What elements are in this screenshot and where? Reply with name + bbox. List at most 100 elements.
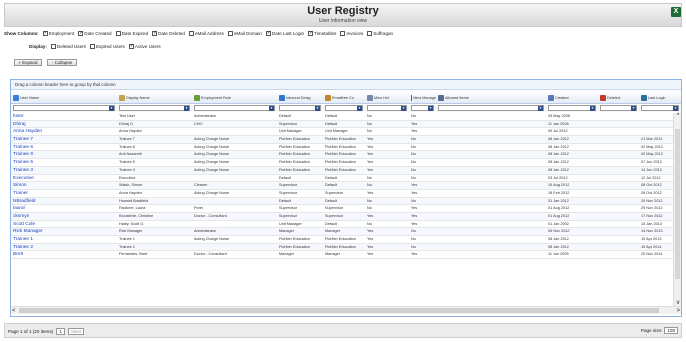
column-header[interactable]: Allowed Items xyxy=(438,91,546,104)
table-row[interactable]: fuser Test User Administrator Default Defaul… xyxy=(11,113,673,121)
table-row[interactable]: Executive Executive Default Default No No 03 J… xyxy=(11,175,673,183)
user-name-link[interactable]: cksmyn xyxy=(13,213,117,221)
checkbox-expired-users[interactable] xyxy=(89,44,95,49)
filter-input[interactable]: ▾ xyxy=(438,105,544,111)
user-name-link[interactable]: Dhiraj xyxy=(13,121,117,129)
user-name-link[interactable]: Trainer xyxy=(13,190,117,198)
filter-input[interactable]: ▾ xyxy=(641,105,679,111)
filter-input[interactable]: ▾ xyxy=(119,105,190,111)
filter-icon[interactable]: ▾ xyxy=(315,106,320,111)
column-header[interactable]: Mins Manage xyxy=(411,91,436,104)
filter-input[interactable]: ▾ xyxy=(600,105,637,111)
filter-input[interactable]: ▾ xyxy=(279,105,321,111)
table-row[interactable]: Brett Fernandes, Brett Doctor - Consultant… xyxy=(11,251,673,260)
table-row[interactable]: Simon Walsh, Simon Cleaner Supervisor Defaul… xyxy=(11,182,673,190)
column-header[interactable]: Last Login xyxy=(641,91,681,104)
filter-icon[interactable]: ▾ xyxy=(184,106,189,111)
user-name-link[interactable]: Rick Manager xyxy=(13,228,117,236)
column-header[interactable]: Deleted xyxy=(600,91,639,104)
page-1-button[interactable]: 1 xyxy=(56,328,66,335)
filter-icon[interactable]: ▾ xyxy=(428,106,433,111)
table-cell: Rick Manager xyxy=(119,229,143,234)
user-name-link[interactable]: Trainee 5 xyxy=(13,159,117,167)
table-row[interactable]: Trainee 1 Trainee 1 Acting Charge Nurse Ftd… xyxy=(11,236,673,244)
checkbox-invoices[interactable] xyxy=(340,31,346,36)
checkbox-active-users[interactable] xyxy=(128,43,134,49)
checkbox-date-last-login[interactable] xyxy=(265,30,271,36)
table-row[interactable]: Trainee 5 Trainee 5 Acting Charge Nurse Ftd… xyxy=(11,159,673,167)
hscroll-thumb[interactable] xyxy=(19,308,659,313)
excel-icon[interactable]: X xyxy=(671,7,681,17)
checkbox-date-created[interactable] xyxy=(78,30,83,36)
table-row[interactable]: laural Faulkner, Laura Porel Supervisor Supe… xyxy=(11,205,673,213)
table-row[interactable]: Rick Manager Rick Manager Administrator Man… xyxy=(11,228,673,236)
column-header[interactable]: Created xyxy=(548,91,598,104)
next-button[interactable]: Next xyxy=(68,328,84,335)
user-name-link[interactable]: Anna Hayden xyxy=(13,128,117,136)
user-name-link[interactable]: Simon xyxy=(13,182,117,190)
filter-input[interactable]: ▾ xyxy=(194,105,275,111)
column-header[interactable]: User Name xyxy=(13,91,117,104)
column-header[interactable]: Emailfree Co xyxy=(325,91,365,104)
horizontal-scrollbar[interactable]: < > xyxy=(11,306,681,314)
user-name-link[interactable]: Trainee 8 xyxy=(13,151,117,159)
user-name-link[interactable]: Scott Cole xyxy=(13,221,117,229)
table-row[interactable]: Trainee 2 Trainee 2 FtdrNer Education FtdrN… xyxy=(11,243,673,252)
column-header[interactable]: Display Name xyxy=(119,91,192,104)
expand-button[interactable]: + Expand xyxy=(14,59,42,66)
filter-icon[interactable]: ▾ xyxy=(401,106,406,111)
table-row[interactable]: Trainee 3 Trainee 3 Acting Charge Nurse Ftd… xyxy=(11,166,673,175)
checkbox-email-domain[interactable] xyxy=(227,31,233,36)
checkbox-email-address[interactable] xyxy=(188,31,194,36)
collapse-button[interactable]: - Collapse xyxy=(47,59,77,66)
table-row[interactable]: Trainer Anna Hayden Acting Charge Nurse Sup… xyxy=(11,190,673,198)
checkbox-date-deleted[interactable] xyxy=(152,30,157,36)
filter-input[interactable]: ▾ xyxy=(411,105,434,111)
group-panel[interactable]: Drag a column header here to group by th… xyxy=(11,80,681,90)
user-name-link[interactable]: Trainee 2 xyxy=(13,244,117,252)
checkbox-suffragan[interactable] xyxy=(367,31,373,36)
scroll-thumb[interactable] xyxy=(675,129,680,279)
filter-input[interactable]: ▾ xyxy=(325,105,363,111)
checkbox-deleted-users[interactable] xyxy=(50,44,56,49)
table-row[interactable]: Trainee 8 Anti Nazareth Acting Charge Nurs… xyxy=(11,151,673,160)
table-row[interactable]: Trainee 7 Trainee 7 Acting Charge Nurse Ftd… xyxy=(11,136,673,144)
user-name-link[interactable]: Trainee 7 xyxy=(13,136,117,144)
column-header[interactable]: Mins Hcf xyxy=(367,91,409,104)
filter-icon[interactable]: ▾ xyxy=(590,106,595,111)
table-row[interactable]: cksmyn Kloosterte, Christine Doctor - Cons… xyxy=(11,212,673,221)
checkbox-timetables[interactable] xyxy=(308,30,313,36)
table-row[interactable]: Trainee 6 Trainee 6 Acting Charge Nurse Ftd… xyxy=(11,144,673,152)
filter-input[interactable]: ▾ xyxy=(548,105,596,111)
user-name-link[interactable]: laural xyxy=(13,205,117,213)
scroll-left-icon[interactable]: < xyxy=(12,307,16,315)
user-name-link[interactable]: fuser xyxy=(13,113,117,121)
table-cell: Supervisor xyxy=(325,206,344,211)
table-row[interactable]: Scott Cole Haley, Scott G. Unit Manager Def… xyxy=(11,221,673,229)
checkbox-employment[interactable] xyxy=(42,30,48,36)
scroll-right-icon[interactable]: > xyxy=(676,307,680,315)
filter-input[interactable]: ▾ xyxy=(13,105,115,111)
user-name-link[interactable]: Brett xyxy=(13,251,117,259)
checkbox-date-expired[interactable] xyxy=(115,31,121,36)
user-name-link[interactable]: Executive xyxy=(13,175,117,183)
user-name-link[interactable]: Trainee 3 xyxy=(13,167,117,175)
filter-icon[interactable]: ▾ xyxy=(631,106,636,111)
filter-input[interactable]: ▾ xyxy=(367,105,407,111)
filter-icon[interactable]: ▾ xyxy=(538,106,543,111)
user-name-link[interactable]: NBradfield xyxy=(13,198,117,206)
table-row[interactable]: Anna Hayden Anna Hayden Unit Manager Unit M… xyxy=(11,128,673,137)
filter-icon[interactable]: ▾ xyxy=(269,106,274,111)
vertical-scrollbar[interactable]: ^ v xyxy=(673,113,681,306)
user-name-link[interactable]: Trainee 1 xyxy=(13,236,117,244)
filter-icon[interactable]: ▾ xyxy=(673,106,678,111)
column-header[interactable]: Inbound Desig xyxy=(279,91,323,104)
table-row[interactable]: NBradfield Howard Bradfield Default Default… xyxy=(11,197,673,206)
table-row[interactable]: Dhiraj Dhiraj O CHO Supervisor Default No Yes 1… xyxy=(11,120,673,129)
filter-icon[interactable]: ▾ xyxy=(357,106,362,111)
page-size-select[interactable]: 100 xyxy=(664,327,678,334)
scroll-up-icon[interactable]: ^ xyxy=(674,113,682,119)
filter-icon[interactable]: ▾ xyxy=(109,106,114,111)
user-name-link[interactable]: Trainee 6 xyxy=(13,144,117,152)
column-header[interactable]: Employment Role xyxy=(194,91,277,104)
